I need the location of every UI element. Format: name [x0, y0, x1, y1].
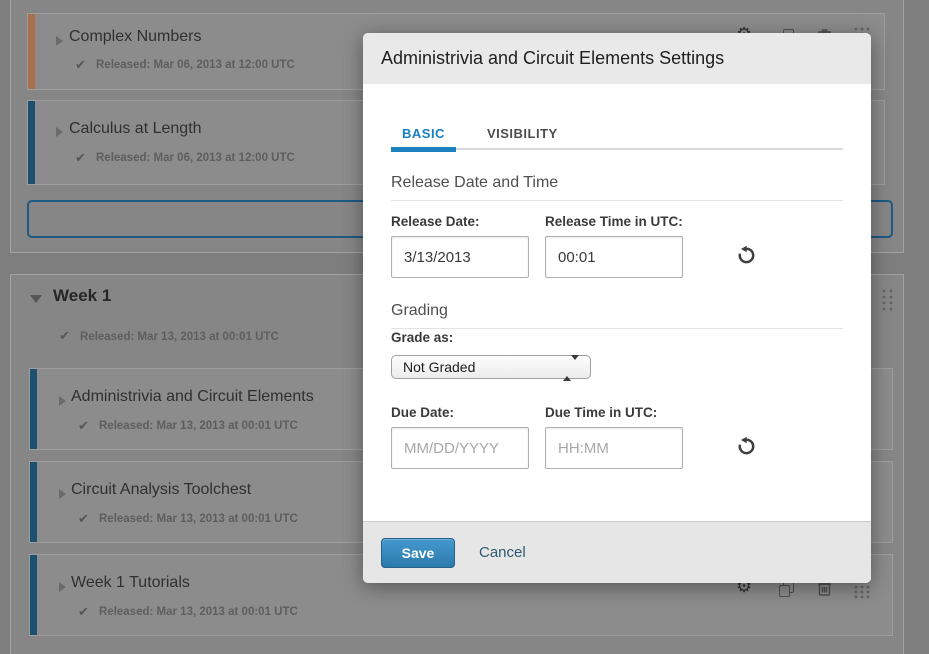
check-icon: ✔: [75, 152, 86, 165]
modal-title: Administrivia and Circuit Elements Setti…: [381, 48, 724, 69]
check-icon: ✔: [78, 606, 89, 619]
section-title: Calculus at Length: [69, 120, 202, 138]
section-title: Complex Numbers: [69, 28, 201, 46]
accent-bar: [28, 14, 35, 89]
check-icon: ✔: [78, 420, 89, 433]
released-status: Released: Mar 13, 2013 at 00:01 UTC: [99, 606, 298, 618]
released-status: Released: Mar 13, 2013 at 00:01 UTC: [80, 331, 279, 343]
release-time-label: Release Time in UTC:: [545, 214, 683, 229]
release-time-input[interactable]: [545, 236, 683, 278]
save-button[interactable]: Save: [381, 538, 455, 568]
subsection-title: Week 1 Tutorials: [71, 574, 190, 592]
tab-basic[interactable]: BASIC: [391, 124, 456, 148]
duplicate-icon[interactable]: [779, 581, 795, 600]
modal-footer: Save Cancel: [363, 521, 871, 583]
modal-header: Administrivia and Circuit Elements Setti…: [363, 33, 871, 84]
modal-body: BASIC VISIBILITY Release Date and Time R…: [363, 84, 871, 521]
released-status: Released: Mar 13, 2013 at 00:01 UTC: [99, 420, 298, 432]
due-time-input[interactable]: [545, 427, 683, 469]
grade-as-selected-value: Not Graded: [403, 359, 475, 375]
drag-handle-icon[interactable]: [882, 289, 898, 315]
release-date-label: Release Date:: [391, 214, 529, 229]
release-date-input[interactable]: [391, 236, 529, 278]
reset-icon[interactable]: [735, 243, 758, 269]
collapse-triangle-icon[interactable]: [56, 36, 63, 46]
week-1-title: Week 1: [53, 286, 111, 306]
subsection-title: Administrivia and Circuit Elements: [71, 388, 314, 406]
settings-modal: Administrivia and Circuit Elements Setti…: [363, 33, 871, 583]
release-time-field-group: Release Time in UTC:: [545, 214, 683, 278]
select-arrows-icon: [563, 360, 579, 376]
check-icon: ✔: [75, 59, 86, 72]
collapse-triangle-icon[interactable]: [59, 489, 66, 499]
reset-icon[interactable]: [735, 434, 758, 460]
grade-as-select[interactable]: Not Graded: [391, 355, 591, 379]
drag-handle-icon[interactable]: [854, 580, 870, 601]
due-field-row: Due Date: Due Time in UTC:: [391, 405, 843, 469]
accent-bar: [30, 369, 37, 449]
subsection-title: Circuit Analysis Toolchest: [71, 481, 251, 499]
due-date-field-group: Due Date:: [391, 405, 529, 469]
released-status: Released: Mar 13, 2013 at 00:01 UTC: [99, 513, 298, 525]
collapse-triangle-icon[interactable]: [59, 396, 66, 406]
due-date-label: Due Date:: [391, 405, 529, 420]
release-section-heading: Release Date and Time: [391, 174, 843, 201]
cancel-button[interactable]: Cancel: [479, 544, 526, 561]
tab-visibility[interactable]: VISIBILITY: [476, 124, 569, 148]
accent-bar: [30, 555, 37, 635]
collapse-triangle-icon[interactable]: [59, 582, 66, 592]
collapse-triangle-icon[interactable]: [56, 127, 63, 137]
due-time-label: Due Time in UTC:: [545, 405, 683, 420]
due-date-input[interactable]: [391, 427, 529, 469]
released-status: Released: Mar 06, 2013 at 12:00 UTC: [96, 152, 295, 164]
grading-section-heading: Grading: [391, 302, 843, 329]
release-date-field-group: Release Date:: [391, 214, 529, 278]
due-time-field-group: Due Time in UTC:: [545, 405, 683, 469]
check-icon: ✔: [78, 513, 89, 526]
grade-as-label: Grade as:: [391, 330, 453, 345]
check-icon: ✔: [59, 330, 70, 343]
accent-bar: [30, 462, 37, 542]
release-field-row: Release Date: Release Time in UTC:: [391, 214, 843, 278]
released-status: Released: Mar 06, 2013 at 12:00 UTC: [96, 59, 295, 71]
tab-bar: BASIC VISIBILITY: [391, 124, 843, 150]
accent-bar: [28, 101, 35, 184]
expand-triangle-icon[interactable]: [30, 295, 42, 303]
